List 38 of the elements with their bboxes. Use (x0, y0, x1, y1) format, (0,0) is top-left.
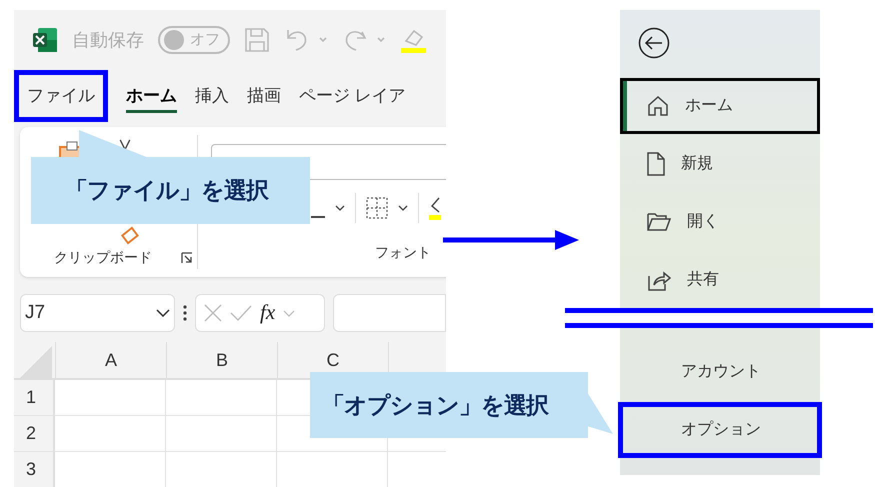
column-header[interactable]: B (166, 342, 277, 378)
callout-text: 「ファイル」を選択 (65, 176, 268, 206)
home-icon (647, 95, 669, 117)
excel-logo-icon (32, 27, 58, 53)
menu-item[interactable]: アカウント (620, 344, 820, 400)
document-icon (647, 152, 665, 176)
cancel-icon[interactable] (204, 304, 222, 322)
formula-input[interactable] (333, 294, 446, 332)
caret-icon[interactable] (335, 205, 345, 211)
highlighter-icon[interactable] (400, 27, 426, 53)
borders-icon[interactable] (366, 197, 388, 219)
menu-item[interactable]: 共有 (620, 252, 820, 308)
callout-text: 「オプション」を選択 (322, 390, 548, 420)
menu-item[interactable]: 開く (620, 194, 820, 250)
ribbon-tab[interactable]: 描画 (247, 79, 281, 113)
dialog-launcher-icon[interactable] (181, 252, 193, 264)
ribbon-tab[interactable]: ファイル (14, 70, 108, 122)
column-header[interactable]: A (55, 342, 166, 378)
more-options-icon[interactable] (183, 305, 187, 321)
insert-function-button[interactable]: fx (260, 297, 276, 329)
font-color-icon[interactable] (429, 196, 441, 220)
ribbon-tab[interactable]: 挿入 (195, 79, 229, 113)
caret-icon[interactable] (398, 205, 408, 211)
menu-item[interactable]: オプション (618, 402, 822, 458)
autosave-label: 自動保存 (72, 28, 144, 52)
ribbon-tab[interactable]: ホーム (126, 79, 177, 113)
menu-item[interactable]: 新規 (620, 136, 820, 192)
folder-icon (647, 213, 671, 231)
back-icon[interactable] (638, 27, 670, 59)
chevron-down-icon[interactable] (156, 309, 170, 317)
undo-icon[interactable] (284, 27, 328, 53)
name-box[interactable]: J7 (20, 294, 175, 332)
group-label: クリップボード (54, 248, 152, 267)
save-icon[interactable] (244, 27, 270, 53)
check-icon[interactable] (230, 305, 252, 321)
menu-item[interactable]: ホーム (620, 78, 820, 134)
group-label: フォント (375, 243, 432, 262)
ribbon-tab[interactable]: ページ レイア (299, 79, 406, 113)
